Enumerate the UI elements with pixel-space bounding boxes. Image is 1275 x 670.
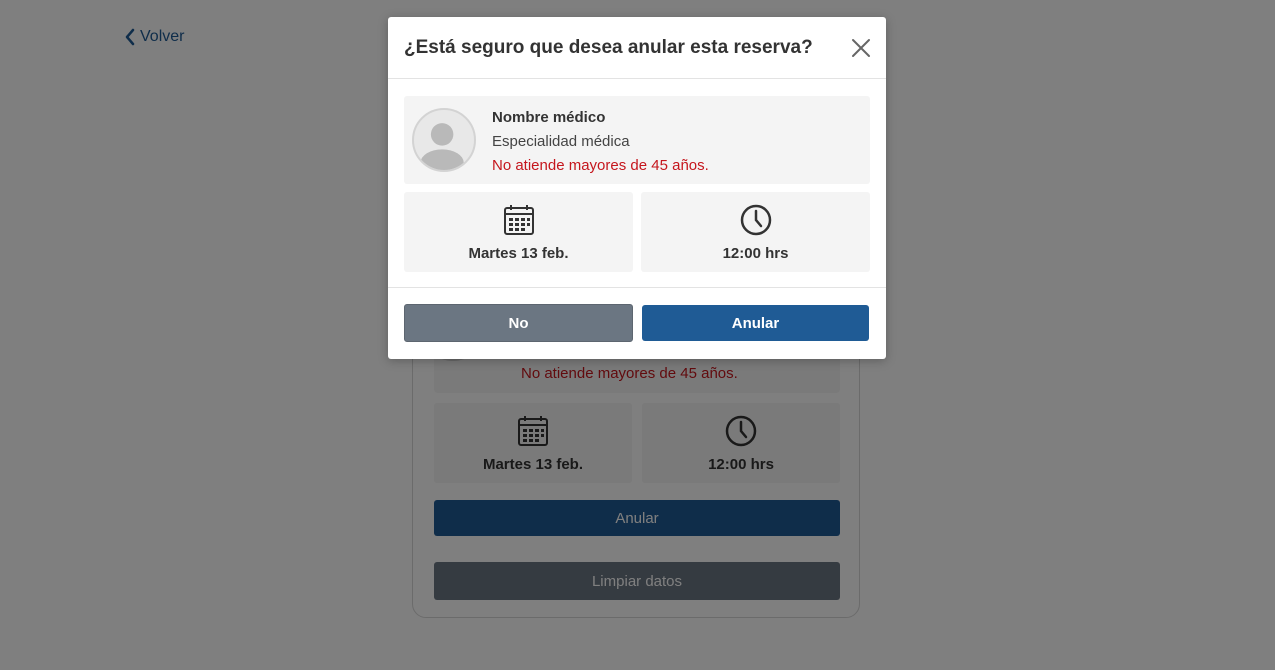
close-button[interactable] (850, 37, 872, 59)
user-icon (420, 123, 464, 170)
time-tile: 12:00 hrs (641, 192, 870, 272)
time-label: 12:00 hrs (722, 244, 789, 262)
doctor-specialty: Especialidad médica (492, 133, 630, 150)
doctor-info: Nombre médico Especialidad médica No ati… (492, 106, 709, 178)
dialog-header: ¿Está seguro que desea anular esta reser… (388, 17, 886, 79)
doctor-card: Nombre médico Especialidad médica No ati… (404, 96, 870, 184)
doctor-warning: No atiende mayores de 45 años. (492, 157, 709, 174)
annul-button[interactable]: Anular (642, 305, 869, 341)
no-button[interactable]: No (404, 304, 633, 342)
close-icon (852, 38, 870, 57)
avatar (412, 108, 476, 172)
cancel-reservation-dialog: ¿Está seguro que desea anular esta reser… (388, 17, 886, 359)
date-tile: Martes 13 feb. (404, 192, 633, 272)
doctor-name: Nombre médico (492, 109, 606, 126)
dialog-footer: No Anular (388, 288, 886, 358)
dialog-body: Nombre médico Especialidad médica No ati… (388, 79, 886, 288)
date-label: Martes 13 feb. (468, 244, 569, 262)
dialog-title: ¿Está seguro que desea anular esta reser… (404, 36, 813, 58)
clock-icon (740, 204, 771, 235)
calendar-icon (503, 204, 534, 235)
